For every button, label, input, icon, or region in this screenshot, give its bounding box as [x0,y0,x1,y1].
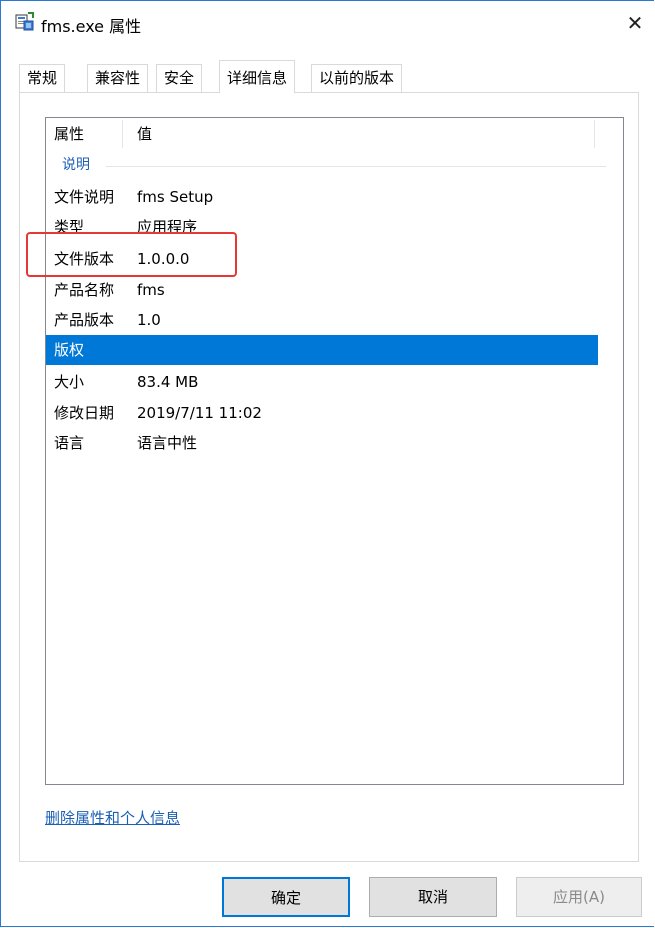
detail-row[interactable]: 大小 83.4 MB [46,367,623,397]
detail-key: 语言 [54,434,85,452]
tab-general[interactable]: 常规 [19,64,66,92]
detail-value: fms [137,281,165,299]
column-header-property[interactable]: 属性 [54,118,84,150]
tab-previous-versions[interactable]: 以前的版本 [311,64,403,92]
column-divider[interactable] [594,120,595,148]
details-list[interactable]: 属性 值 说明 文件说明 fms Setup 类型 应用程序 文件版本 1.0.… [45,117,624,785]
detail-key: 修改日期 [54,404,115,422]
remove-properties-link[interactable]: 删除属性和个人信息 [45,807,180,828]
ok-button[interactable]: 确定 [222,877,350,917]
tab-compatibility[interactable]: 兼容性 [87,64,149,92]
column-divider[interactable] [122,120,123,148]
tab-strip: 常规 兼容性 安全 详细信息 以前的版本 [19,60,639,93]
app-setup-icon [15,12,35,32]
column-header-value[interactable]: 值 [137,118,152,150]
detail-value: 语言中性 [137,434,198,452]
group-divider [106,166,606,167]
cancel-button[interactable]: 取消 [369,877,497,917]
detail-key: 产品版本 [54,311,115,329]
detail-row[interactable]: 语言 语言中性 [46,428,623,458]
detail-key: 产品名称 [54,281,115,299]
detail-row[interactable]: 产品版本 1.0 [46,305,623,335]
detail-row-selected[interactable]: 版权 [46,335,623,365]
tab-details[interactable]: 详细信息 [219,60,296,93]
close-icon[interactable]: ✕ [621,9,649,37]
annotation-highlight-box [26,232,237,277]
window-title: fms.exe 属性 [41,17,142,36]
apply-button[interactable]: 应用(A) [516,877,642,917]
detail-value: fms Setup [137,188,214,206]
detail-key: 大小 [54,373,85,391]
detail-value: 2019/7/11 11:02 [137,404,262,422]
selection-highlight [46,335,598,365]
detail-value: 83.4 MB [137,373,199,391]
title-bar[interactable]: fms.exe 属性 ✕ [1,1,655,49]
detail-row[interactable]: 修改日期 2019/7/11 11:02 [46,398,623,428]
detail-key: 版权 [54,341,85,359]
detail-value: 1.0 [137,311,161,329]
tab-security[interactable]: 安全 [156,64,203,92]
group-header-description: 说明 [62,157,90,173]
detail-row[interactable]: 文件说明 fms Setup [46,182,623,212]
detail-row[interactable]: 产品名称 fms [46,275,623,305]
detail-key: 文件说明 [54,188,115,206]
properties-dialog: fms.exe 属性 ✕ 常规 兼容性 安全 详细信息 以前的版本 属性 值 说… [0,0,654,927]
